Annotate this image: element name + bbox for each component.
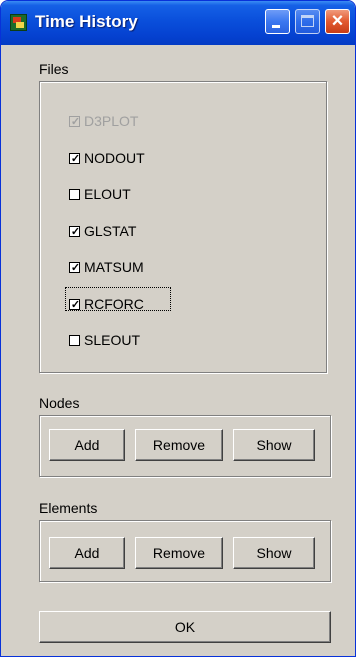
- elements-add-button[interactable]: Add: [49, 537, 125, 569]
- checkbox-box[interactable]: ✓: [69, 152, 80, 165]
- checkmark-icon: ✓: [70, 115, 81, 128]
- maximize-button[interactable]: [295, 9, 320, 34]
- elements-remove-button[interactable]: Remove: [135, 537, 223, 569]
- window-title: Time History: [35, 12, 138, 31]
- time-history-window: Time History × Files ✓ D3PLOT ✓ NODOUT ELOUT…: [0, 0, 356, 657]
- app-icon: [10, 14, 27, 31]
- minimize-button[interactable]: [265, 9, 290, 34]
- checkbox-box[interactable]: [69, 188, 80, 200]
- close-icon: ×: [331, 10, 344, 32]
- nodes-remove-button[interactable]: Remove: [135, 429, 223, 461]
- checkbox-label: SLEOUT: [84, 332, 141, 348]
- checkmark-icon: ✓: [70, 225, 81, 238]
- files-checkbox-sleout[interactable]: SLEOUT: [69, 331, 140, 349]
- maximize-icon: [301, 15, 314, 27]
- files-checkbox-glstat[interactable]: ✓ GLSTAT: [69, 222, 136, 240]
- checkbox-box[interactable]: ✓: [69, 261, 80, 274]
- checkbox-label: GLSTAT: [84, 223, 137, 239]
- files-checkbox-d3plot: ✓ D3PLOT: [69, 112, 138, 130]
- files-group-label: Files: [39, 61, 69, 77]
- files-checkbox-elout[interactable]: ELOUT: [69, 185, 131, 203]
- checkbox-label: D3PLOT: [84, 113, 139, 129]
- checkmark-icon: ✓: [70, 261, 81, 274]
- nodes-group-label: Nodes: [39, 395, 80, 411]
- files-checkbox-nodout[interactable]: ✓ NODOUT: [69, 149, 145, 167]
- ok-button[interactable]: OK: [39, 611, 331, 643]
- elements-group-label: Elements: [39, 500, 98, 516]
- minimize-icon: [272, 25, 280, 28]
- checkbox-label: NODOUT: [84, 150, 145, 166]
- checkbox-box: ✓: [69, 115, 80, 128]
- files-checkbox-matsum[interactable]: ✓ MATSUM: [69, 258, 144, 276]
- elements-show-button[interactable]: Show: [233, 537, 315, 569]
- nodes-add-button[interactable]: Add: [49, 429, 125, 461]
- close-button[interactable]: ×: [325, 9, 350, 34]
- nodes-show-button[interactable]: Show: [233, 429, 315, 461]
- checkbox-label: ELOUT: [84, 186, 131, 202]
- checkmark-icon: ✓: [70, 152, 81, 165]
- title-bar[interactable]: Time History ×: [1, 1, 355, 45]
- checkbox-label: MATSUM: [84, 259, 144, 275]
- checkbox-box[interactable]: [69, 334, 80, 346]
- checkbox-box[interactable]: ✓: [69, 225, 80, 238]
- focus-rectangle: [65, 287, 171, 311]
